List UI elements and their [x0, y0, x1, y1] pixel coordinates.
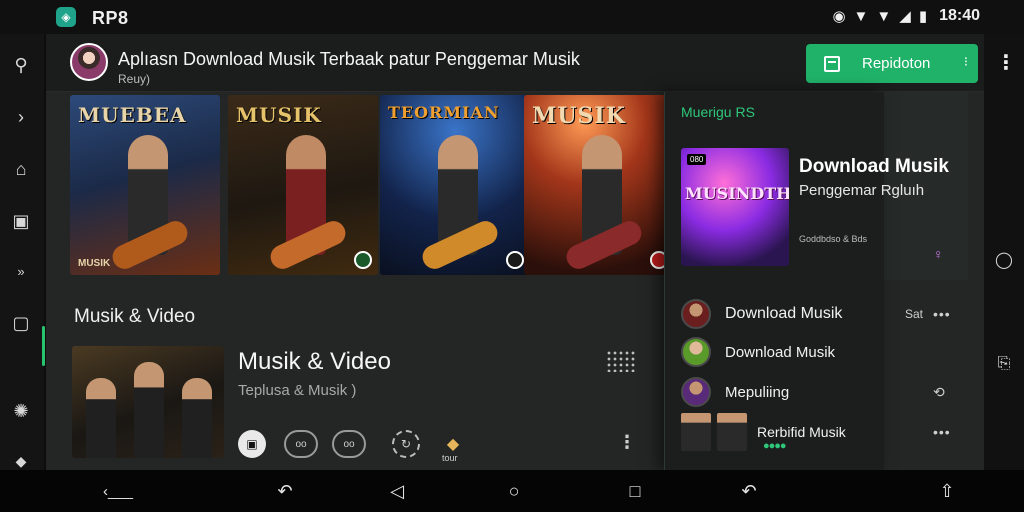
avatar [681, 337, 711, 367]
poster-card[interactable]: TEORMIAN [380, 95, 530, 275]
square-icon[interactable]: ▢ [8, 310, 34, 336]
app-logo-icon: ◈ [56, 7, 76, 27]
back-icon[interactable]: ◁ [386, 480, 408, 502]
list-item[interactable]: Download Musik Sat ••• [681, 298, 971, 330]
list-item-meta: Sat [905, 307, 924, 321]
rail-active-indicator [42, 326, 45, 366]
side-panel: Muerigu RS 080 MUSINDTH Download Musik P… [664, 92, 950, 470]
poster-title: MUSIK [236, 103, 322, 127]
band-member-figure [86, 378, 116, 458]
rotate-icon[interactable]: ⎘ [992, 352, 1016, 376]
poster-card[interactable]: MUEBEA MUSIK [70, 95, 220, 275]
card-title[interactable]: Musik & Video [238, 348, 391, 376]
left-rail: ⚲ › ⌂ ▣ » ▢ ✺ ◆ [0, 34, 45, 470]
tour-label: tour [442, 453, 458, 463]
list-item[interactable]: Rerbifid Musik ●●●● ••• [681, 413, 971, 452]
section-title: Musik & Video [74, 306, 196, 327]
list-item[interactable]: Mepuliing ⟲ [681, 376, 971, 408]
poster-card[interactable]: MUSIK [228, 95, 378, 275]
poster-title: MUSIK [532, 103, 626, 129]
poster-card[interactable]: MUSIK [524, 95, 674, 275]
header: Aplıasn Download Musik Terbaak patur Pen… [46, 34, 1016, 92]
download-button-label: Repidoton [862, 55, 931, 72]
rating-indicator: ●●●● [763, 440, 787, 452]
featured-thumb-text: MUSINDTH [685, 184, 789, 203]
battery-icon: ▮ [918, 8, 928, 25]
like-toggle[interactable]: oo [284, 430, 318, 458]
featured-subtitle: Penggemar Rgluıh [799, 182, 925, 199]
more-icon[interactable]: » [8, 258, 34, 284]
band-member-figure [182, 378, 212, 458]
right-rail: ◯ ⎘ [984, 34, 1024, 470]
download-button[interactable]: Repidoton ⁝ [806, 44, 978, 83]
return-icon[interactable]: ↶ [738, 480, 760, 502]
circle-icon[interactable]: ◯ [992, 248, 1016, 272]
user-icon[interactable]: ♀ [933, 246, 944, 262]
wifi-icon: ▼ [853, 7, 869, 25]
search-icon[interactable]: ⚲ [8, 52, 34, 78]
chevron-right-icon[interactable]: › [8, 104, 34, 130]
overflow-menu-icon[interactable]: ⋮ [996, 50, 1016, 75]
alarm-icon: ◉ [832, 8, 846, 25]
featured-tag: 080 [687, 154, 707, 165]
grid-icon[interactable] [606, 350, 636, 372]
avatar [681, 299, 711, 329]
poster-badge-icon [506, 251, 524, 269]
featured-thumbnail[interactable]: 080 MUSINDTH [681, 148, 789, 266]
band-member-figure [134, 362, 164, 458]
undo-icon[interactable]: ↶ [274, 480, 296, 502]
home-icon[interactable]: ⌂ [8, 156, 34, 182]
card-overflow-icon[interactable]: ⋮ [618, 432, 636, 453]
app-name: RP8 [92, 8, 129, 28]
cell-signal-icon: ◢ [899, 8, 911, 25]
card-subtitle: Teplusa & Musik ) [238, 382, 357, 399]
track-thumbnail [681, 413, 711, 451]
featured-meta: Goddbdso & Bds [799, 234, 868, 244]
image-icon[interactable]: ▣ [8, 208, 34, 234]
page-title: Aplıasn Download Musik Terbaak patur Pen… [118, 49, 580, 69]
up-arrow-icon[interactable]: ⇧ [936, 480, 958, 502]
recents-icon[interactable]: □ [624, 480, 646, 502]
play-button[interactable]: ▣ [238, 430, 266, 458]
panel-heading: Muerigu RS [681, 104, 755, 120]
list-item-label: Mepuliing [725, 383, 790, 401]
list-item[interactable]: Download Musik [681, 336, 971, 368]
back-long-icon[interactable]: ‹___ [90, 480, 146, 502]
list-item-label: Download Musik [725, 305, 843, 322]
share-toggle[interactable]: oo [332, 430, 366, 458]
poster-badge-icon [354, 251, 372, 269]
loop-icon[interactable]: ⟲ [933, 384, 946, 401]
home-icon[interactable]: ○ [503, 480, 525, 502]
navigation-bar: ‹___ ↶ ◁ ○ □ ↶ ⇧ [0, 470, 1024, 512]
repeat-icon[interactable]: ↻ [392, 430, 420, 458]
more-icon[interactable]: ••• [933, 424, 951, 440]
status-bar: ◈ RP8 ◉ ▼ ▼ ◢ ▮ 18:40 [0, 0, 1024, 34]
video-thumbnail[interactable] [72, 346, 224, 458]
signal-icon: ▼ [876, 7, 892, 25]
clock: 18:40 [939, 7, 980, 24]
settings-icon[interactable]: ✺ [8, 398, 34, 424]
poster-title: TEORMIAN [388, 103, 500, 122]
poster-footer: MUSIK [78, 258, 111, 269]
track-thumbnail [717, 413, 747, 451]
list-item-label: Download Musik [725, 343, 836, 361]
page-subtitle: Reuy) [118, 72, 151, 86]
avatar[interactable] [70, 43, 108, 81]
poster-title: MUEBEA [78, 103, 187, 127]
avatar [681, 377, 711, 407]
more-icon[interactable]: ••• [933, 306, 951, 322]
cta-more-icon: ⁝ [963, 54, 968, 69]
status-icons: ◉ ▼ ▼ ◢ ▮ 18:40 [832, 7, 980, 25]
featured-title[interactable]: Download Musik [799, 156, 949, 178]
list-item-label: Rerbifid Musik [757, 424, 846, 440]
download-icon [824, 55, 840, 72]
